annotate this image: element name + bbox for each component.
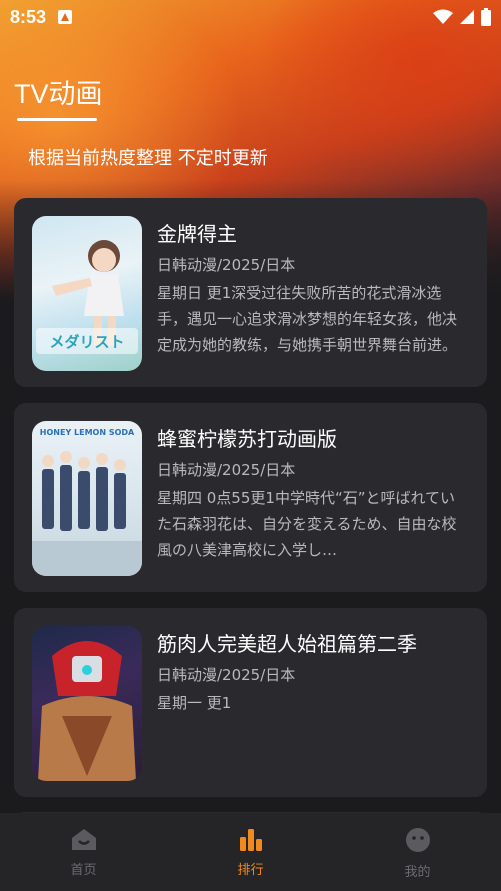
card-meta: 日韩动漫/2025/日本 xyxy=(157,256,296,274)
status-time: 8:53 xyxy=(10,6,47,27)
card-description: 星期日 更1深受过往失败所苦的花式滑冰选手，遇见一心追求滑冰梦想的年轻女孩，他决… xyxy=(157,284,458,354)
cover-image: メダリスト xyxy=(32,216,142,371)
title-underline xyxy=(17,118,97,121)
status-bar: 8:53 xyxy=(0,0,501,34)
home-icon xyxy=(71,829,96,850)
tab-label: 首页 xyxy=(70,863,97,878)
cover-image: HONEY LEMON SODA xyxy=(32,421,142,576)
battery-icon xyxy=(481,8,491,26)
tab-profile[interactable]: 我的 xyxy=(334,813,501,891)
card-title: 筋肉人完美超人始祖篇第二季 xyxy=(157,632,417,656)
list-item[interactable]: 筋肉人完美超人始祖篇第二季 日韩动漫/2025/日本 星期一 更1 xyxy=(14,608,487,797)
wifi-icon xyxy=(433,9,453,24)
card-description: 星期四 0点55更1中学時代“石”と呼ばれていた石森羽花は、自分を変えるため、自… xyxy=(157,489,457,559)
card-title: 蜂蜜柠檬苏打动画版 xyxy=(157,427,337,451)
list-item[interactable]: HONEY LEMON SODA 蜂蜜柠檬苏打动画版 日韩动漫/2025/日本 … xyxy=(14,403,487,592)
tab-label: 我的 xyxy=(404,865,431,880)
card-title: 金牌得主 xyxy=(157,222,237,246)
profile-icon xyxy=(405,828,430,852)
status-indicators xyxy=(433,8,491,26)
bottom-tab-bar: 首页 排行 我的 xyxy=(0,813,501,891)
cover-logo-text: HONEY LEMON SODA xyxy=(40,428,135,437)
tab-home[interactable]: 首页 xyxy=(0,813,167,891)
card-meta: 日韩动漫/2025/日本 xyxy=(157,666,296,684)
page-subtitle: 根据当前热度整理 不定时更新 xyxy=(28,148,268,169)
tab-ranking[interactable]: 排行 xyxy=(167,813,334,891)
notification-icon xyxy=(58,10,73,24)
card-description: 星期一 更1 xyxy=(157,694,232,712)
signal-icon xyxy=(460,10,474,24)
cover-image xyxy=(32,626,142,781)
list-item[interactable]: メダリスト 金牌得主 日韩动漫/2025/日本 星期日 更1深受过往失败所苦的花… xyxy=(14,198,487,387)
tab-label: 排行 xyxy=(237,863,264,878)
chart-icon xyxy=(239,829,262,851)
page-title: TV动画 xyxy=(14,79,103,109)
cover-logo-text: メダリスト xyxy=(49,333,124,351)
card-meta: 日韩动漫/2025/日本 xyxy=(157,461,296,479)
